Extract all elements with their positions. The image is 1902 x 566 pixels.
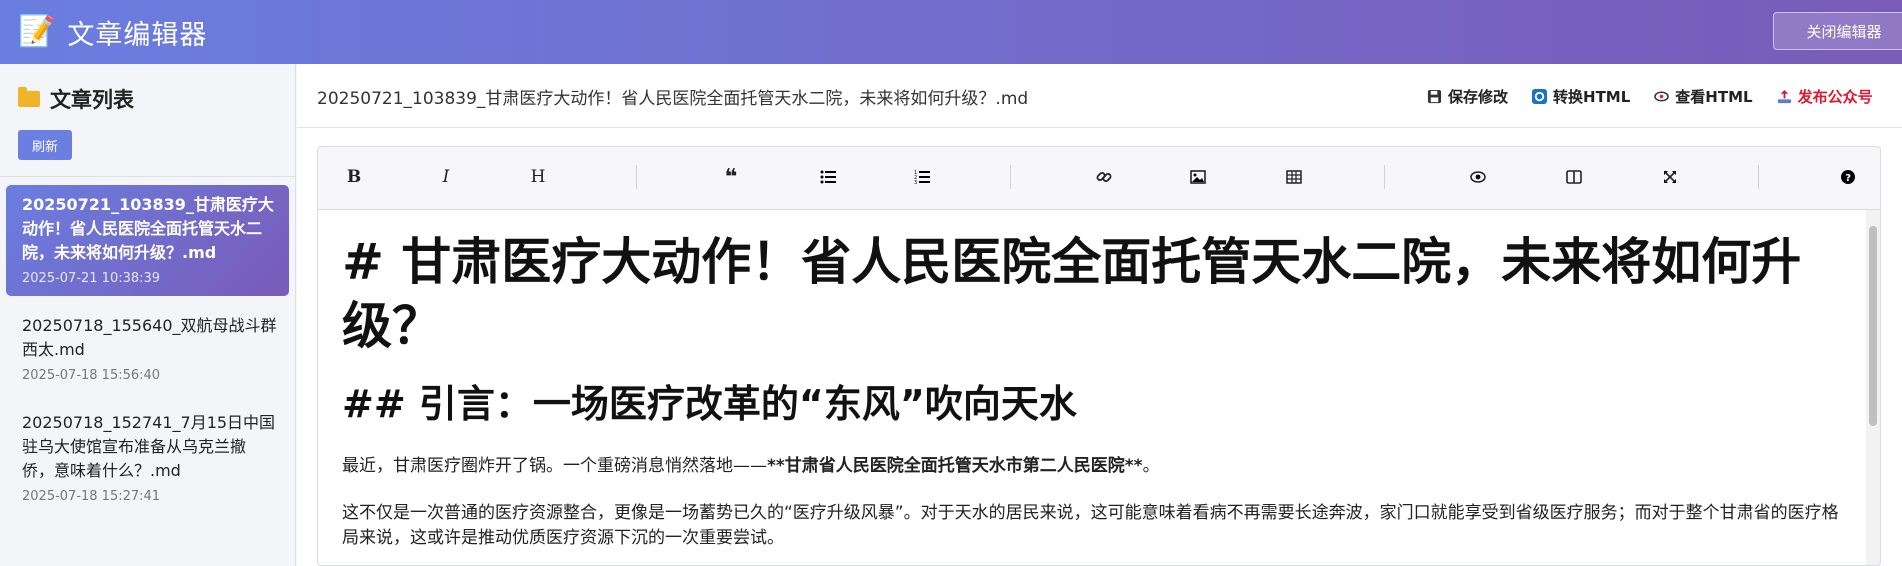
paragraph-1-post: 。 xyxy=(1142,456,1160,476)
convert-html-button[interactable]: 转换HTML xyxy=(1532,86,1630,107)
side-by-side-icon[interactable] xyxy=(1564,167,1584,187)
app-title: 文章编辑器 xyxy=(67,19,208,51)
table-icon[interactable] xyxy=(1284,167,1304,187)
top-bar: 📝 文章编辑器 关闭编辑器 xyxy=(0,0,1902,64)
help-icon[interactable]: ? xyxy=(1838,167,1858,187)
toolbar-divider xyxy=(636,165,637,189)
sidebar-title: 文章列表 xyxy=(18,84,279,114)
preview-icon[interactable] xyxy=(1468,167,1488,187)
unordered-list-icon[interactable] xyxy=(818,167,838,187)
document-filename: 20250721_103839_甘肃医疗大动作！省人民医院全面托管天水二院，未来… xyxy=(317,89,1029,109)
file-date: 2025-07-21 10:38:39 xyxy=(22,271,161,286)
close-editor-button[interactable]: 关闭编辑器 xyxy=(1773,12,1902,50)
publish-label: 发布公众号 xyxy=(1797,88,1873,106)
heading-icon[interactable]: H xyxy=(528,167,548,187)
svg-text:3: 3 xyxy=(914,180,917,185)
file-date: 2025-07-18 15:27:41 xyxy=(22,489,161,504)
file-date: 2025-07-18 15:56:40 xyxy=(22,368,161,383)
file-item[interactable]: 20250718_155640_双航母战斗群西太.md 2025-07-18 1… xyxy=(6,306,289,393)
file-name: 20250718_155640_双航母战斗群西太.md xyxy=(22,316,277,359)
paragraph-1-pre: 最近，甘肃医疗圈炸开了锅。一个重磅消息悄然落地—— xyxy=(342,456,767,476)
file-item[interactable]: 20250721_103839_甘肃医疗大动作！省人民医院全面托管天水二院，未来… xyxy=(6,185,289,296)
italic-icon[interactable]: I xyxy=(436,167,456,187)
svg-text:?: ? xyxy=(1845,173,1851,184)
paragraph-1: 最近，甘肃医疗圈炸开了锅。一个重磅消息悄然落地——**甘肃省人民医院全面托管天水… xyxy=(342,454,1839,479)
markdown-editor: B I H ❝ 123 ? # 甘肃医疗大动作！省人民医院全面托管天水二院，未来… xyxy=(317,146,1881,566)
sidebar-header: 文章列表 刷新 xyxy=(0,64,295,177)
file-name: 20250721_103839_甘肃医疗大动作！省人民医院全面托管天水二院，未来… xyxy=(22,195,274,262)
paragraph-2: 这不仅是一次普通的医疗资源整合，更像是一场蓄势已久的“医疗升级风暴”。对于天水的… xyxy=(342,503,1839,548)
file-item[interactable]: 20250718_152741_7月15日中国驻乌大使馆宣布准备从乌克兰撤侨，意… xyxy=(6,403,289,514)
publish-button[interactable]: 发布公众号 xyxy=(1777,86,1873,107)
heading-2: ## 引言：一场医疗改革的“东风”吹向天水 xyxy=(342,382,1077,426)
bold-icon[interactable]: B xyxy=(344,167,364,187)
ordered-list-icon[interactable]: 123 xyxy=(912,167,932,187)
fullscreen-icon[interactable] xyxy=(1660,167,1680,187)
quote-icon[interactable]: ❝ xyxy=(721,165,741,190)
folder-icon xyxy=(18,87,40,107)
save-button[interactable]: 保存修改 xyxy=(1427,86,1508,107)
view-html-button[interactable]: 查看HTML xyxy=(1654,86,1753,107)
view-label: 查看HTML xyxy=(1675,88,1753,106)
convert-label: 转换HTML xyxy=(1553,88,1631,106)
sidebar: 文章列表 刷新 20250721_103839_甘肃医疗大动作！省人民医院全面托… xyxy=(0,64,296,566)
convert-icon xyxy=(1532,89,1548,104)
memo-icon: 📝 xyxy=(18,14,56,49)
file-list: 20250721_103839_甘肃医疗大动作！省人民医院全面托管天水二院，未来… xyxy=(0,177,295,514)
scrollbar-thumb[interactable] xyxy=(1869,226,1877,426)
save-label: 保存修改 xyxy=(1448,88,1509,106)
toolbar-divider xyxy=(1758,165,1759,189)
eye-icon xyxy=(1654,91,1670,102)
file-name: 20250718_152741_7月15日中国驻乌大使馆宣布准备从乌克兰撤侨，意… xyxy=(22,413,276,480)
editor-toolbar: B I H ❝ 123 ? xyxy=(318,147,1880,210)
toolbar-divider xyxy=(1010,165,1011,189)
document-bar: 20250721_103839_甘肃医疗大动作！省人民医院全面托管天水二院，未来… xyxy=(297,64,1902,128)
main-panel: 20250721_103839_甘肃医疗大动作！省人民医院全面托管天水二院，未来… xyxy=(297,64,1902,566)
upload-icon xyxy=(1777,89,1791,104)
editor-content[interactable]: # 甘肃医疗大动作！省人民医院全面托管天水二院，未来将如何升级？ ## 引言：一… xyxy=(318,210,1863,565)
refresh-button[interactable]: 刷新 xyxy=(18,130,72,160)
link-icon[interactable] xyxy=(1094,167,1114,187)
document-actions: 保存修改 转换HTML 查看HTML 发布公众号 xyxy=(1427,86,1897,107)
sidebar-title-text: 文章列表 xyxy=(50,88,134,112)
paragraph-1-bold: **甘肃省人民医院全面托管天水市第二人民医院** xyxy=(767,456,1143,476)
image-icon[interactable] xyxy=(1188,167,1208,187)
heading-1: # 甘肃医疗大动作！省人民医院全面托管天水二院，未来将如何升级？ xyxy=(342,233,1802,355)
editor-scrollbar[interactable] xyxy=(1866,210,1880,565)
save-icon xyxy=(1427,89,1442,104)
toolbar-divider xyxy=(1384,165,1385,189)
